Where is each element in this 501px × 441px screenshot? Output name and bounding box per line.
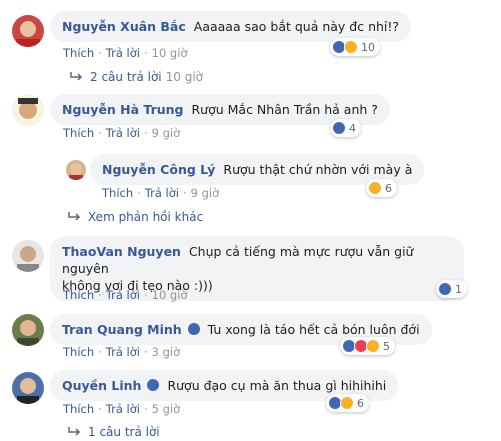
like-reaction-icon — [332, 121, 346, 135]
avatar[interactable] — [12, 314, 44, 346]
avatar-image — [66, 160, 86, 180]
like-link[interactable]: Thích — [63, 288, 94, 302]
timestamp[interactable]: 10 giờ — [152, 46, 188, 60]
reaction-count: 5 — [383, 339, 390, 353]
reply-link[interactable]: Trả lời — [106, 402, 140, 416]
avatar[interactable] — [12, 15, 44, 47]
reaction-count: 10 — [361, 40, 375, 54]
author-name[interactable]: Nguyễn Xuân Bắc — [62, 19, 186, 34]
avatar-image — [12, 314, 44, 346]
reaction-summary[interactable]: 6 — [326, 394, 369, 412]
reaction-count: 6 — [385, 181, 392, 195]
reply-actions: Thích · Trả lời · 9 giờ — [102, 186, 220, 200]
avatar-image — [12, 94, 44, 126]
like-link[interactable]: Thích — [63, 402, 94, 416]
reaction-summary[interactable]: 10 — [330, 38, 380, 56]
like-link[interactable]: Thích — [63, 345, 94, 359]
reply-arrow-icon — [68, 212, 81, 221]
comment-actions: Thích · Trả lời · 9 giờ — [63, 126, 181, 140]
avatar[interactable] — [12, 94, 44, 126]
timestamp[interactable]: 5 giờ — [152, 402, 181, 416]
avatar[interactable] — [12, 372, 44, 404]
reaction-count: 1 — [455, 282, 462, 296]
comment-text: Aaaaaa sao bắt quả này đc nhỉ!? — [193, 19, 400, 34]
comment-text: Rượu đạo cụ mà ăn thua gì hihihihi — [167, 378, 387, 393]
reply-link[interactable]: Trả lời — [145, 186, 179, 200]
author-name[interactable]: Tran Quang Minh — [62, 322, 182, 337]
haha-reaction-icon — [368, 181, 382, 195]
view-replies-link[interactable]: 1 câu trả lời — [68, 425, 160, 439]
avatar[interactable] — [12, 240, 44, 272]
avatar-image — [12, 15, 44, 47]
more-replies-label[interactable]: Xem phản hồi khác — [88, 210, 203, 224]
author-name[interactable]: Quyền Linh — [62, 378, 141, 393]
reply-avatar[interactable] — [66, 160, 86, 180]
haha-reaction-icon — [366, 339, 380, 353]
author-name[interactable]: ThaoVan Nguyen — [62, 244, 181, 259]
reply-link[interactable]: Trả lời — [106, 288, 140, 302]
view-more-replies-link[interactable]: Xem phản hồi khác — [68, 210, 203, 224]
like-reaction-icon — [438, 282, 452, 296]
reaction-summary[interactable]: 1 — [436, 280, 467, 298]
reply-link[interactable]: Trả lời — [106, 46, 140, 60]
avatar-image — [12, 372, 44, 404]
avatar-image — [12, 240, 44, 272]
reaction-summary[interactable]: 5 — [340, 337, 395, 355]
verified-badge-icon — [187, 323, 200, 335]
reply-arrow-icon — [68, 427, 81, 436]
timestamp[interactable]: 9 giờ — [191, 186, 220, 200]
reaction-summary[interactable]: 6 — [366, 179, 397, 197]
comment-text: Rượu Mắc Nhân Trần hả anh ? — [191, 102, 378, 117]
reply-link[interactable]: Trả lời — [106, 345, 140, 359]
comment-actions: Thích · Trả lời · 10 giờ — [63, 46, 188, 60]
comment-text: Tu xong là táo hết cả bón luôn đới — [207, 322, 420, 337]
view-replies-link[interactable]: 2 câu trả lời 10 giờ — [70, 70, 203, 84]
comment-actions: Thích · Trả lời · 3 giờ — [63, 345, 181, 359]
comment-actions: Thích · Trả lời · 10 giờ — [63, 288, 188, 302]
reply-text: Rượu thật chứ nhờn với mày à — [223, 162, 413, 177]
replies-count[interactable]: 2 câu trả lời — [90, 70, 162, 84]
reaction-count: 6 — [357, 396, 364, 410]
like-link[interactable]: Thích — [63, 46, 94, 60]
timestamp[interactable]: 10 giờ — [152, 288, 188, 302]
reaction-summary[interactable]: 4 — [330, 119, 361, 137]
author-name[interactable]: Nguyễn Hà Trung — [62, 102, 184, 117]
timestamp[interactable]: 3 giờ — [152, 345, 181, 359]
reply-arrow-icon — [70, 72, 83, 81]
verified-badge-icon — [147, 379, 160, 391]
haha-reaction-icon — [340, 396, 354, 410]
comment-actions: Thích · Trả lời · 5 giờ — [63, 402, 181, 416]
author-name[interactable]: Nguyễn Công Lý — [102, 162, 215, 177]
haha-reaction-icon — [344, 40, 358, 54]
reply-link[interactable]: Trả lời — [106, 126, 140, 140]
replies-count[interactable]: 1 câu trả lời — [88, 425, 160, 439]
replies-time: 10 giờ — [165, 70, 204, 84]
reaction-count: 4 — [349, 121, 356, 135]
timestamp[interactable]: 9 giờ — [152, 126, 181, 140]
like-link[interactable]: Thích — [102, 186, 133, 200]
like-link[interactable]: Thích — [63, 126, 94, 140]
